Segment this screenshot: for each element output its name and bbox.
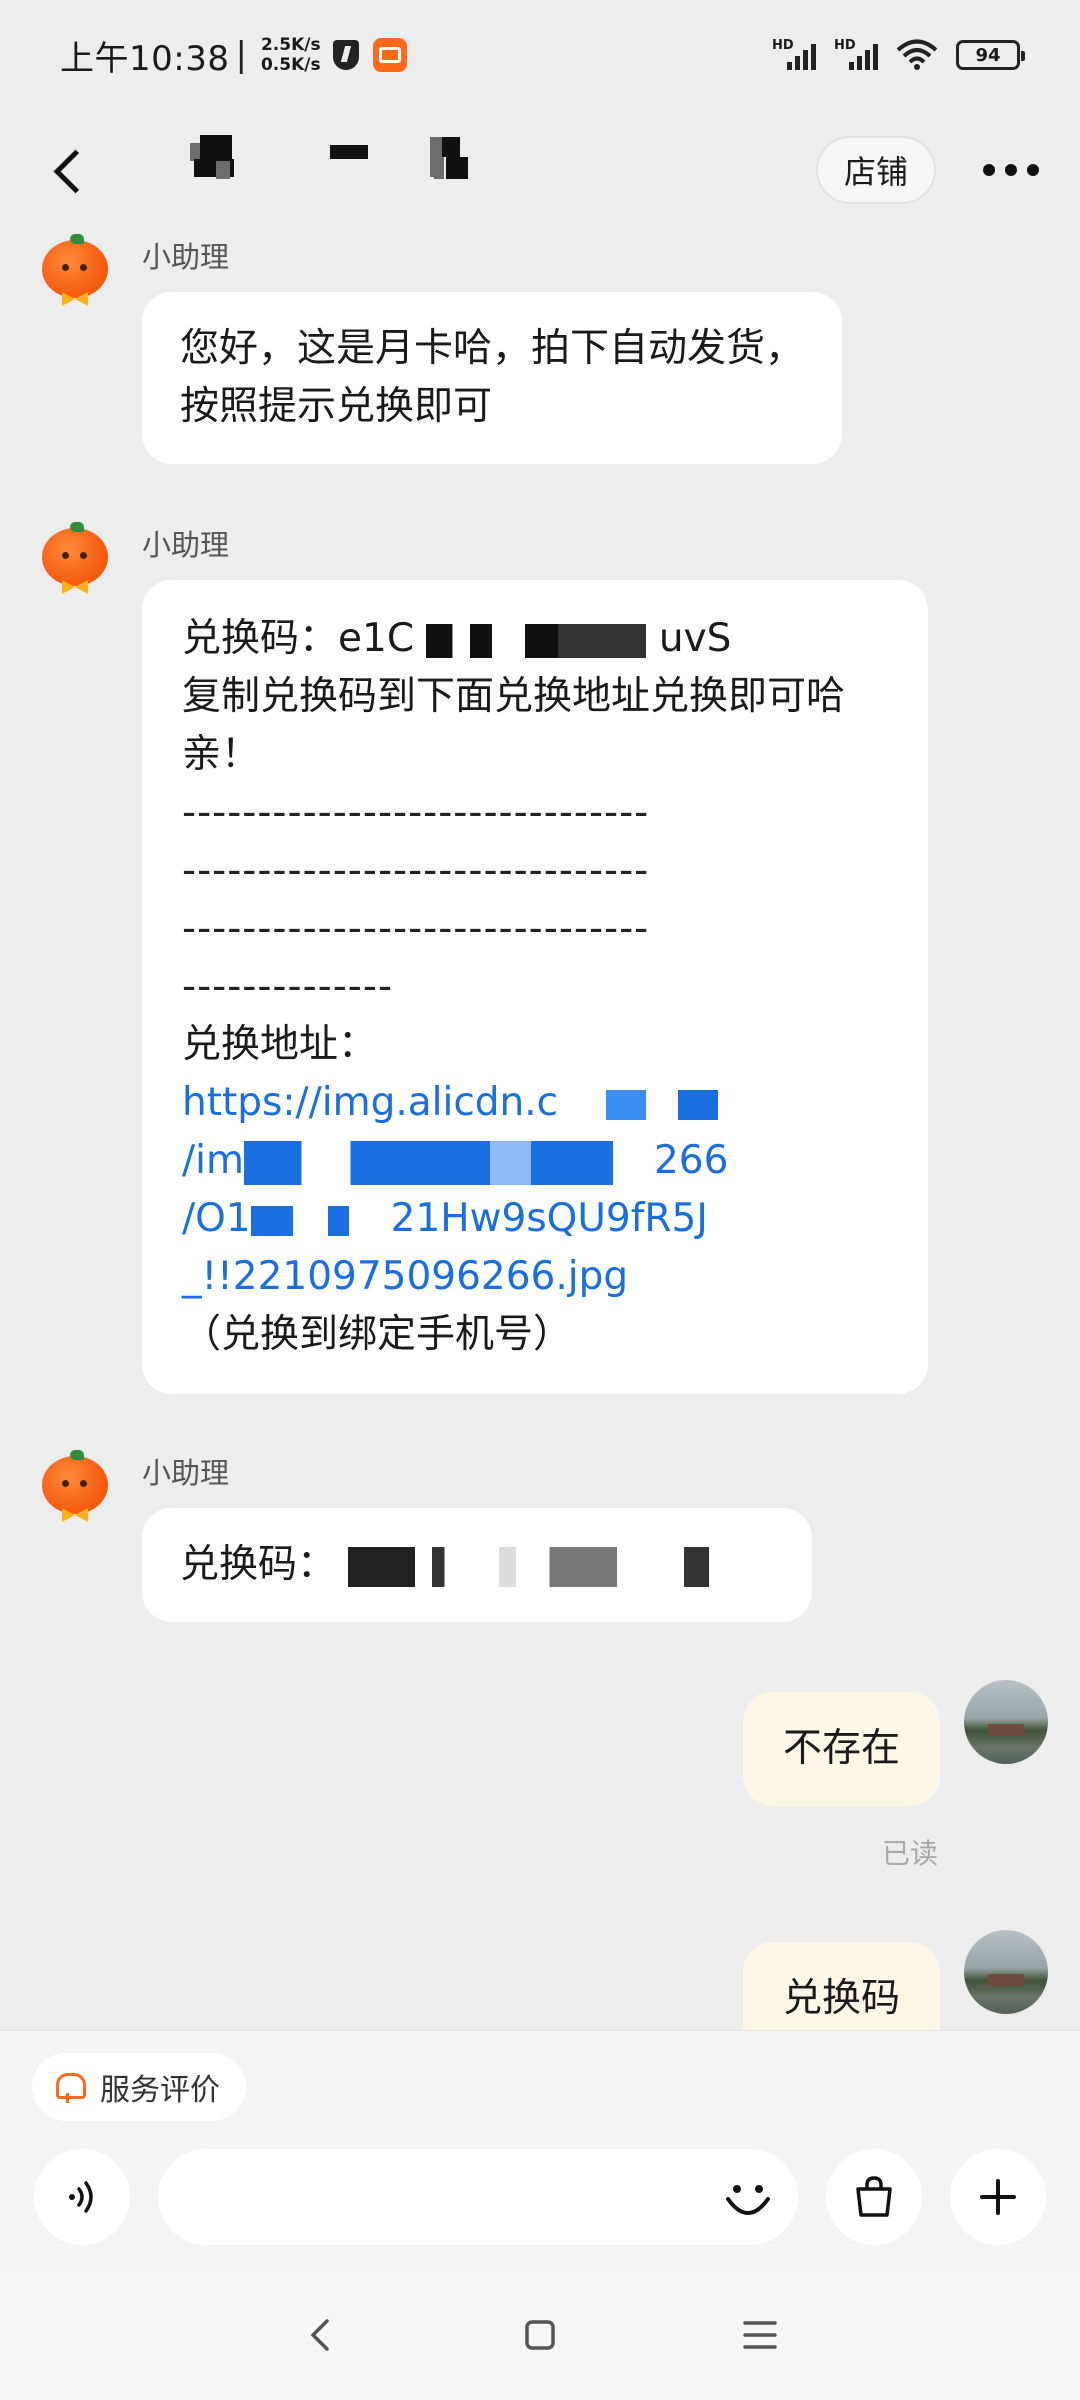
app-notification-icon [372,38,407,72]
shopping-bag-icon [856,2176,892,2217]
more-icon[interactable] [966,130,1056,210]
plus-icon [980,2179,1016,2215]
sender-name: 小助理 [142,1456,230,1490]
nav-home-icon [525,2320,555,2350]
plus-button[interactable] [950,2149,1046,2245]
divider-line: ------------------------------- [182,848,650,893]
code-label: 兑换码： [180,1542,337,1587]
address-label: 兑换地址： [182,1022,378,1067]
chat-list[interactable]: 小助理 您好，这是月卡哈，拍下自动发货，按照提示兑换即可 小助理 兑换码：e1C… [0,230,1080,2030]
link-segment: 21Hw9sQU9fR5J [390,1196,708,1241]
shop-name-redacted [190,135,510,205]
message-bubble[interactable]: 不存在 [742,1692,940,1806]
status-bar: 上午10:38 | 2.5K/s 0.5K/s HD HD 94 [0,0,1080,110]
service-review-button[interactable]: 服务评价 [32,2053,246,2121]
assistant-avatar[interactable] [40,522,110,598]
nav-back-button[interactable] [210,2285,430,2385]
review-label: 服务评价 [100,2073,220,2108]
voice-icon [69,2181,93,2213]
code-start: e1C [338,616,415,661]
link-segment: https://img.alicdn.c [182,1080,559,1125]
voice-button[interactable] [34,2149,130,2245]
signal-icon: HD [834,38,878,72]
code-end: uvS [658,616,732,661]
redacted-block [426,623,647,658]
message-bubble[interactable]: 兑换码 [742,1942,940,2030]
nav-menu-icon [743,2321,777,2349]
assistant-avatar[interactable] [40,1450,110,1526]
code-label: 兑换码： [182,616,339,661]
user-avatar[interactable] [964,1680,1048,1764]
assistant-avatar[interactable] [40,234,110,310]
status-time: 上午10:38 [60,38,230,79]
redeem-link[interactable]: https://img.alicdn.c /im 266 /O1 21Hw9sQU9… [182,1074,888,1306]
redacted-block [558,1089,719,1120]
read-status: 已读 [881,1837,938,1870]
chat-header: 店铺 [0,110,1080,230]
message-bubble[interactable]: 兑换码： [142,1508,812,1622]
shop-button[interactable]: 店铺 [815,136,936,204]
nav-back-icon [310,2319,329,2351]
instruction-text: 复制兑换码到下面兑换地址兑换即可哈亲！ [182,674,846,777]
message-input[interactable] [158,2149,798,2245]
wifi-icon [896,39,938,71]
divider-line: -------------- [182,964,394,1009]
divider-line: ------------------------------- [182,790,650,835]
emoji-icon[interactable] [720,2169,776,2225]
redacted-block [250,1205,391,1236]
message-bubble[interactable]: 您好，这是月卡哈，拍下自动发货，按照提示兑换即可 [142,292,842,464]
signal-icon: HD [772,38,816,72]
sender-name: 小助理 [142,240,230,274]
redacted-block [243,1140,654,1185]
link-segment: /O1 [182,1196,251,1241]
divider-line: ------------------------------- [182,906,650,951]
link-segment: 266 [653,1138,729,1183]
note-text: （兑换到绑定手机号） [182,1312,573,1357]
shield-icon [332,40,359,70]
user-avatar[interactable] [964,1930,1048,2014]
redacted-block [348,1546,769,1587]
status-separator: | [235,35,247,75]
network-speed: 2.5K/s 0.5K/s [261,35,321,75]
message-bubble[interactable]: 兑换码：e1C uvS 复制兑换码到下面兑换地址兑换即可哈亲！ --------… [142,580,928,1394]
battery-icon: 94 [956,40,1025,70]
shopping-bag-button[interactable] [826,2149,922,2245]
battery-level: 94 [975,44,1001,66]
back-icon[interactable] [30,130,110,210]
sender-name: 小助理 [142,528,230,562]
nav-home-button[interactable] [430,2285,650,2385]
net-down: 0.5K/s [260,55,321,75]
system-nav-bar [0,2270,1080,2400]
flower-icon [50,2069,86,2105]
nav-menu-button[interactable] [650,2285,870,2385]
code-line: 兑换码：e1C uvS [182,610,888,668]
link-segment: /im [182,1138,244,1183]
input-area: 服务评价 [0,2030,1080,2270]
link-segment: _!!2210975096266.jpg [182,1254,629,1299]
net-up: 2.5K/s [260,35,321,55]
